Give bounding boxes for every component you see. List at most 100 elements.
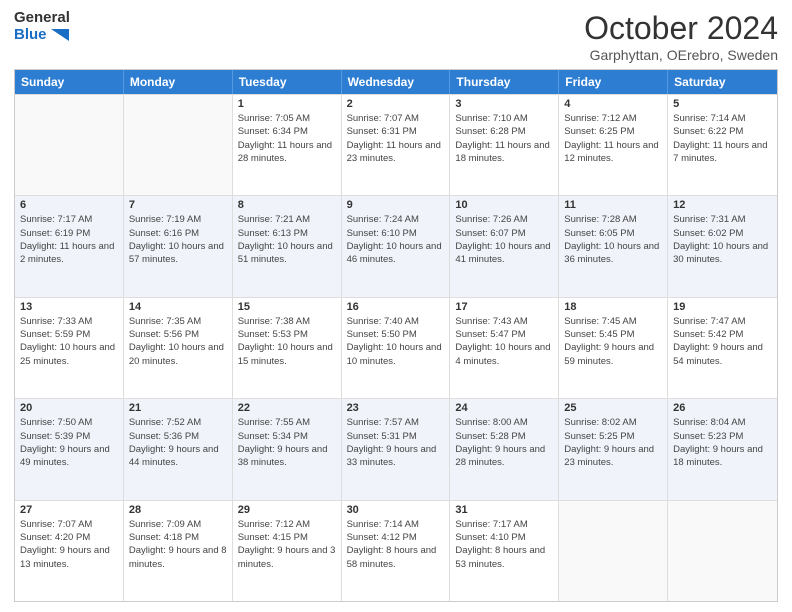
day-number: 29 — [238, 504, 336, 516]
day-info: Sunrise: 7:09 AM Sunset: 4:18 PM Dayligh… — [129, 518, 227, 571]
cal-cell-3-2: 14 Sunrise: 7:35 AM Sunset: 5:56 PM Dayli… — [124, 298, 233, 398]
day-number: 6 — [20, 199, 118, 211]
cal-cell-4-6: 25 Sunrise: 8:02 AM Sunset: 5:25 PM Dayli… — [559, 399, 668, 499]
cal-cell-1-1 — [15, 95, 124, 195]
cal-cell-3-5: 17 Sunrise: 7:43 AM Sunset: 5:47 PM Dayli… — [450, 298, 559, 398]
day-info: Sunrise: 7:26 AM Sunset: 6:07 PM Dayligh… — [455, 213, 553, 266]
day-info: Sunrise: 7:10 AM Sunset: 6:28 PM Dayligh… — [455, 112, 553, 165]
day-info: Sunrise: 7:57 AM Sunset: 5:31 PM Dayligh… — [347, 416, 445, 469]
day-number: 15 — [238, 301, 336, 313]
day-info: Sunrise: 7:05 AM Sunset: 6:34 PM Dayligh… — [238, 112, 336, 165]
cal-cell-5-6 — [559, 501, 668, 601]
day-number: 30 — [347, 504, 445, 516]
day-number: 19 — [673, 301, 772, 313]
day-number: 14 — [129, 301, 227, 313]
cal-cell-4-2: 21 Sunrise: 7:52 AM Sunset: 5:36 PM Dayli… — [124, 399, 233, 499]
day-number: 26 — [673, 402, 772, 414]
cal-cell-2-4: 9 Sunrise: 7:24 AM Sunset: 6:10 PM Daylig… — [342, 196, 451, 296]
header-saturday: Saturday — [668, 70, 777, 94]
header-friday: Friday — [559, 70, 668, 94]
cal-cell-3-3: 15Sunrise: 7:38 AM Sunset: 5:53 PM Dayli… — [233, 298, 342, 398]
subtitle: Garphyttan, OErebro, Sweden — [584, 47, 778, 63]
day-info: Sunrise: 7:50 AM Sunset: 5:39 PM Dayligh… — [20, 416, 118, 469]
header-tuesday: Tuesday — [233, 70, 342, 94]
cal-cell-5-2: 28 Sunrise: 7:09 AM Sunset: 4:18 PM Dayli… — [124, 501, 233, 601]
day-number: 18 — [564, 301, 662, 313]
week-row-4: 20 Sunrise: 7:50 AM Sunset: 5:39 PM Dayli… — [15, 398, 777, 499]
cal-cell-5-5: 31Sunrise: 7:17 AM Sunset: 4:10 PM Dayli… — [450, 501, 559, 601]
day-number: 16 — [347, 301, 445, 313]
day-info: Sunrise: 7:43 AM Sunset: 5:47 PM Dayligh… — [455, 315, 553, 368]
cal-cell-4-5: 24Sunrise: 8:00 AM Sunset: 5:28 PM Dayli… — [450, 399, 559, 499]
cal-cell-2-5: 10Sunrise: 7:26 AM Sunset: 6:07 PM Dayli… — [450, 196, 559, 296]
day-info: Sunrise: 7:12 AM Sunset: 6:25 PM Dayligh… — [564, 112, 662, 165]
day-number: 23 — [347, 402, 445, 414]
day-info: Sunrise: 7:45 AM Sunset: 5:45 PM Dayligh… — [564, 315, 662, 368]
header-monday: Monday — [124, 70, 233, 94]
day-info: Sunrise: 7:19 AM Sunset: 6:16 PM Dayligh… — [129, 213, 227, 266]
day-info: Sunrise: 8:04 AM Sunset: 5:23 PM Dayligh… — [673, 416, 772, 469]
day-number: 21 — [129, 402, 227, 414]
cal-cell-1-3: 1 Sunrise: 7:05 AM Sunset: 6:34 PM Daylig… — [233, 95, 342, 195]
week-row-1: 1 Sunrise: 7:05 AM Sunset: 6:34 PM Daylig… — [15, 94, 777, 195]
cal-cell-3-7: 19 Sunrise: 7:47 AM Sunset: 5:42 PM Dayli… — [668, 298, 777, 398]
day-number: 3 — [455, 98, 553, 110]
day-info: Sunrise: 7:52 AM Sunset: 5:36 PM Dayligh… — [129, 416, 227, 469]
day-number: 20 — [20, 402, 118, 414]
header-sunday: Sunday — [15, 70, 124, 94]
day-info: Sunrise: 7:40 AM Sunset: 5:50 PM Dayligh… — [347, 315, 445, 368]
day-number: 7 — [129, 199, 227, 211]
day-info: Sunrise: 7:28 AM Sunset: 6:05 PM Dayligh… — [564, 213, 662, 266]
week-row-2: 6 Sunrise: 7:17 AM Sunset: 6:19 PM Daylig… — [15, 195, 777, 296]
cal-cell-5-7 — [668, 501, 777, 601]
day-info: Sunrise: 8:02 AM Sunset: 5:25 PM Dayligh… — [564, 416, 662, 469]
day-number: 17 — [455, 301, 553, 313]
day-info: Sunrise: 7:17 AM Sunset: 6:19 PM Dayligh… — [20, 213, 118, 266]
day-info: Sunrise: 8:00 AM Sunset: 5:28 PM Dayligh… — [455, 416, 553, 469]
cal-cell-4-1: 20 Sunrise: 7:50 AM Sunset: 5:39 PM Dayli… — [15, 399, 124, 499]
day-number: 1 — [238, 98, 336, 110]
calendar-header: Sunday Monday Tuesday Wednesday Thursday… — [15, 70, 777, 94]
day-number: 8 — [238, 199, 336, 211]
day-number: 5 — [673, 98, 772, 110]
day-number: 9 — [347, 199, 445, 211]
day-info: Sunrise: 7:21 AM Sunset: 6:13 PM Dayligh… — [238, 213, 336, 266]
cal-cell-1-6: 4 Sunrise: 7:12 AM Sunset: 6:25 PM Daylig… — [559, 95, 668, 195]
day-info: Sunrise: 7:47 AM Sunset: 5:42 PM Dayligh… — [673, 315, 772, 368]
title-area: October 2024 Garphyttan, OErebro, Sweden — [584, 10, 778, 63]
calendar-body: 1 Sunrise: 7:05 AM Sunset: 6:34 PM Daylig… — [15, 94, 777, 601]
day-info: Sunrise: 7:35 AM Sunset: 5:56 PM Dayligh… — [129, 315, 227, 368]
header-wednesday: Wednesday — [342, 70, 451, 94]
day-number: 12 — [673, 199, 772, 211]
day-info: Sunrise: 7:14 AM Sunset: 6:22 PM Dayligh… — [673, 112, 772, 165]
cal-cell-1-5: 3 Sunrise: 7:10 AM Sunset: 6:28 PM Daylig… — [450, 95, 559, 195]
cal-cell-2-3: 8 Sunrise: 7:21 AM Sunset: 6:13 PM Daylig… — [233, 196, 342, 296]
cal-cell-5-1: 27Sunrise: 7:07 AM Sunset: 4:20 PM Dayli… — [15, 501, 124, 601]
cal-cell-5-4: 30 Sunrise: 7:14 AM Sunset: 4:12 PM Dayli… — [342, 501, 451, 601]
day-number: 22 — [238, 402, 336, 414]
day-number: 25 — [564, 402, 662, 414]
cal-cell-3-4: 16 Sunrise: 7:40 AM Sunset: 5:50 PM Dayli… — [342, 298, 451, 398]
month-title: October 2024 — [584, 10, 778, 47]
day-info: Sunrise: 7:24 AM Sunset: 6:10 PM Dayligh… — [347, 213, 445, 266]
week-row-5: 27Sunrise: 7:07 AM Sunset: 4:20 PM Dayli… — [15, 500, 777, 601]
week-row-3: 13Sunrise: 7:33 AM Sunset: 5:59 PM Dayli… — [15, 297, 777, 398]
day-number: 4 — [564, 98, 662, 110]
cal-cell-4-4: 23 Sunrise: 7:57 AM Sunset: 5:31 PM Dayli… — [342, 399, 451, 499]
day-info: Sunrise: 7:07 AM Sunset: 6:31 PM Dayligh… — [347, 112, 445, 165]
day-number: 28 — [129, 504, 227, 516]
day-info: Sunrise: 7:14 AM Sunset: 4:12 PM Dayligh… — [347, 518, 445, 571]
day-number: 13 — [20, 301, 118, 313]
cal-cell-4-3: 22Sunrise: 7:55 AM Sunset: 5:34 PM Dayli… — [233, 399, 342, 499]
calendar: Sunday Monday Tuesday Wednesday Thursday… — [14, 69, 778, 602]
cal-cell-3-1: 13Sunrise: 7:33 AM Sunset: 5:59 PM Dayli… — [15, 298, 124, 398]
cal-cell-2-6: 11Sunrise: 7:28 AM Sunset: 6:05 PM Dayli… — [559, 196, 668, 296]
cal-cell-1-4: 2Sunrise: 7:07 AM Sunset: 6:31 PM Daylig… — [342, 95, 451, 195]
cal-cell-3-6: 18 Sunrise: 7:45 AM Sunset: 5:45 PM Dayli… — [559, 298, 668, 398]
cal-cell-2-7: 12 Sunrise: 7:31 AM Sunset: 6:02 PM Dayli… — [668, 196, 777, 296]
page: General Blue October 2024 Garphyttan, OE… — [0, 0, 792, 612]
day-number: 31 — [455, 504, 553, 516]
cal-cell-1-2 — [124, 95, 233, 195]
day-info: Sunrise: 7:31 AM Sunset: 6:02 PM Dayligh… — [673, 213, 772, 266]
day-info: Sunrise: 7:07 AM Sunset: 4:20 PM Dayligh… — [20, 518, 118, 571]
